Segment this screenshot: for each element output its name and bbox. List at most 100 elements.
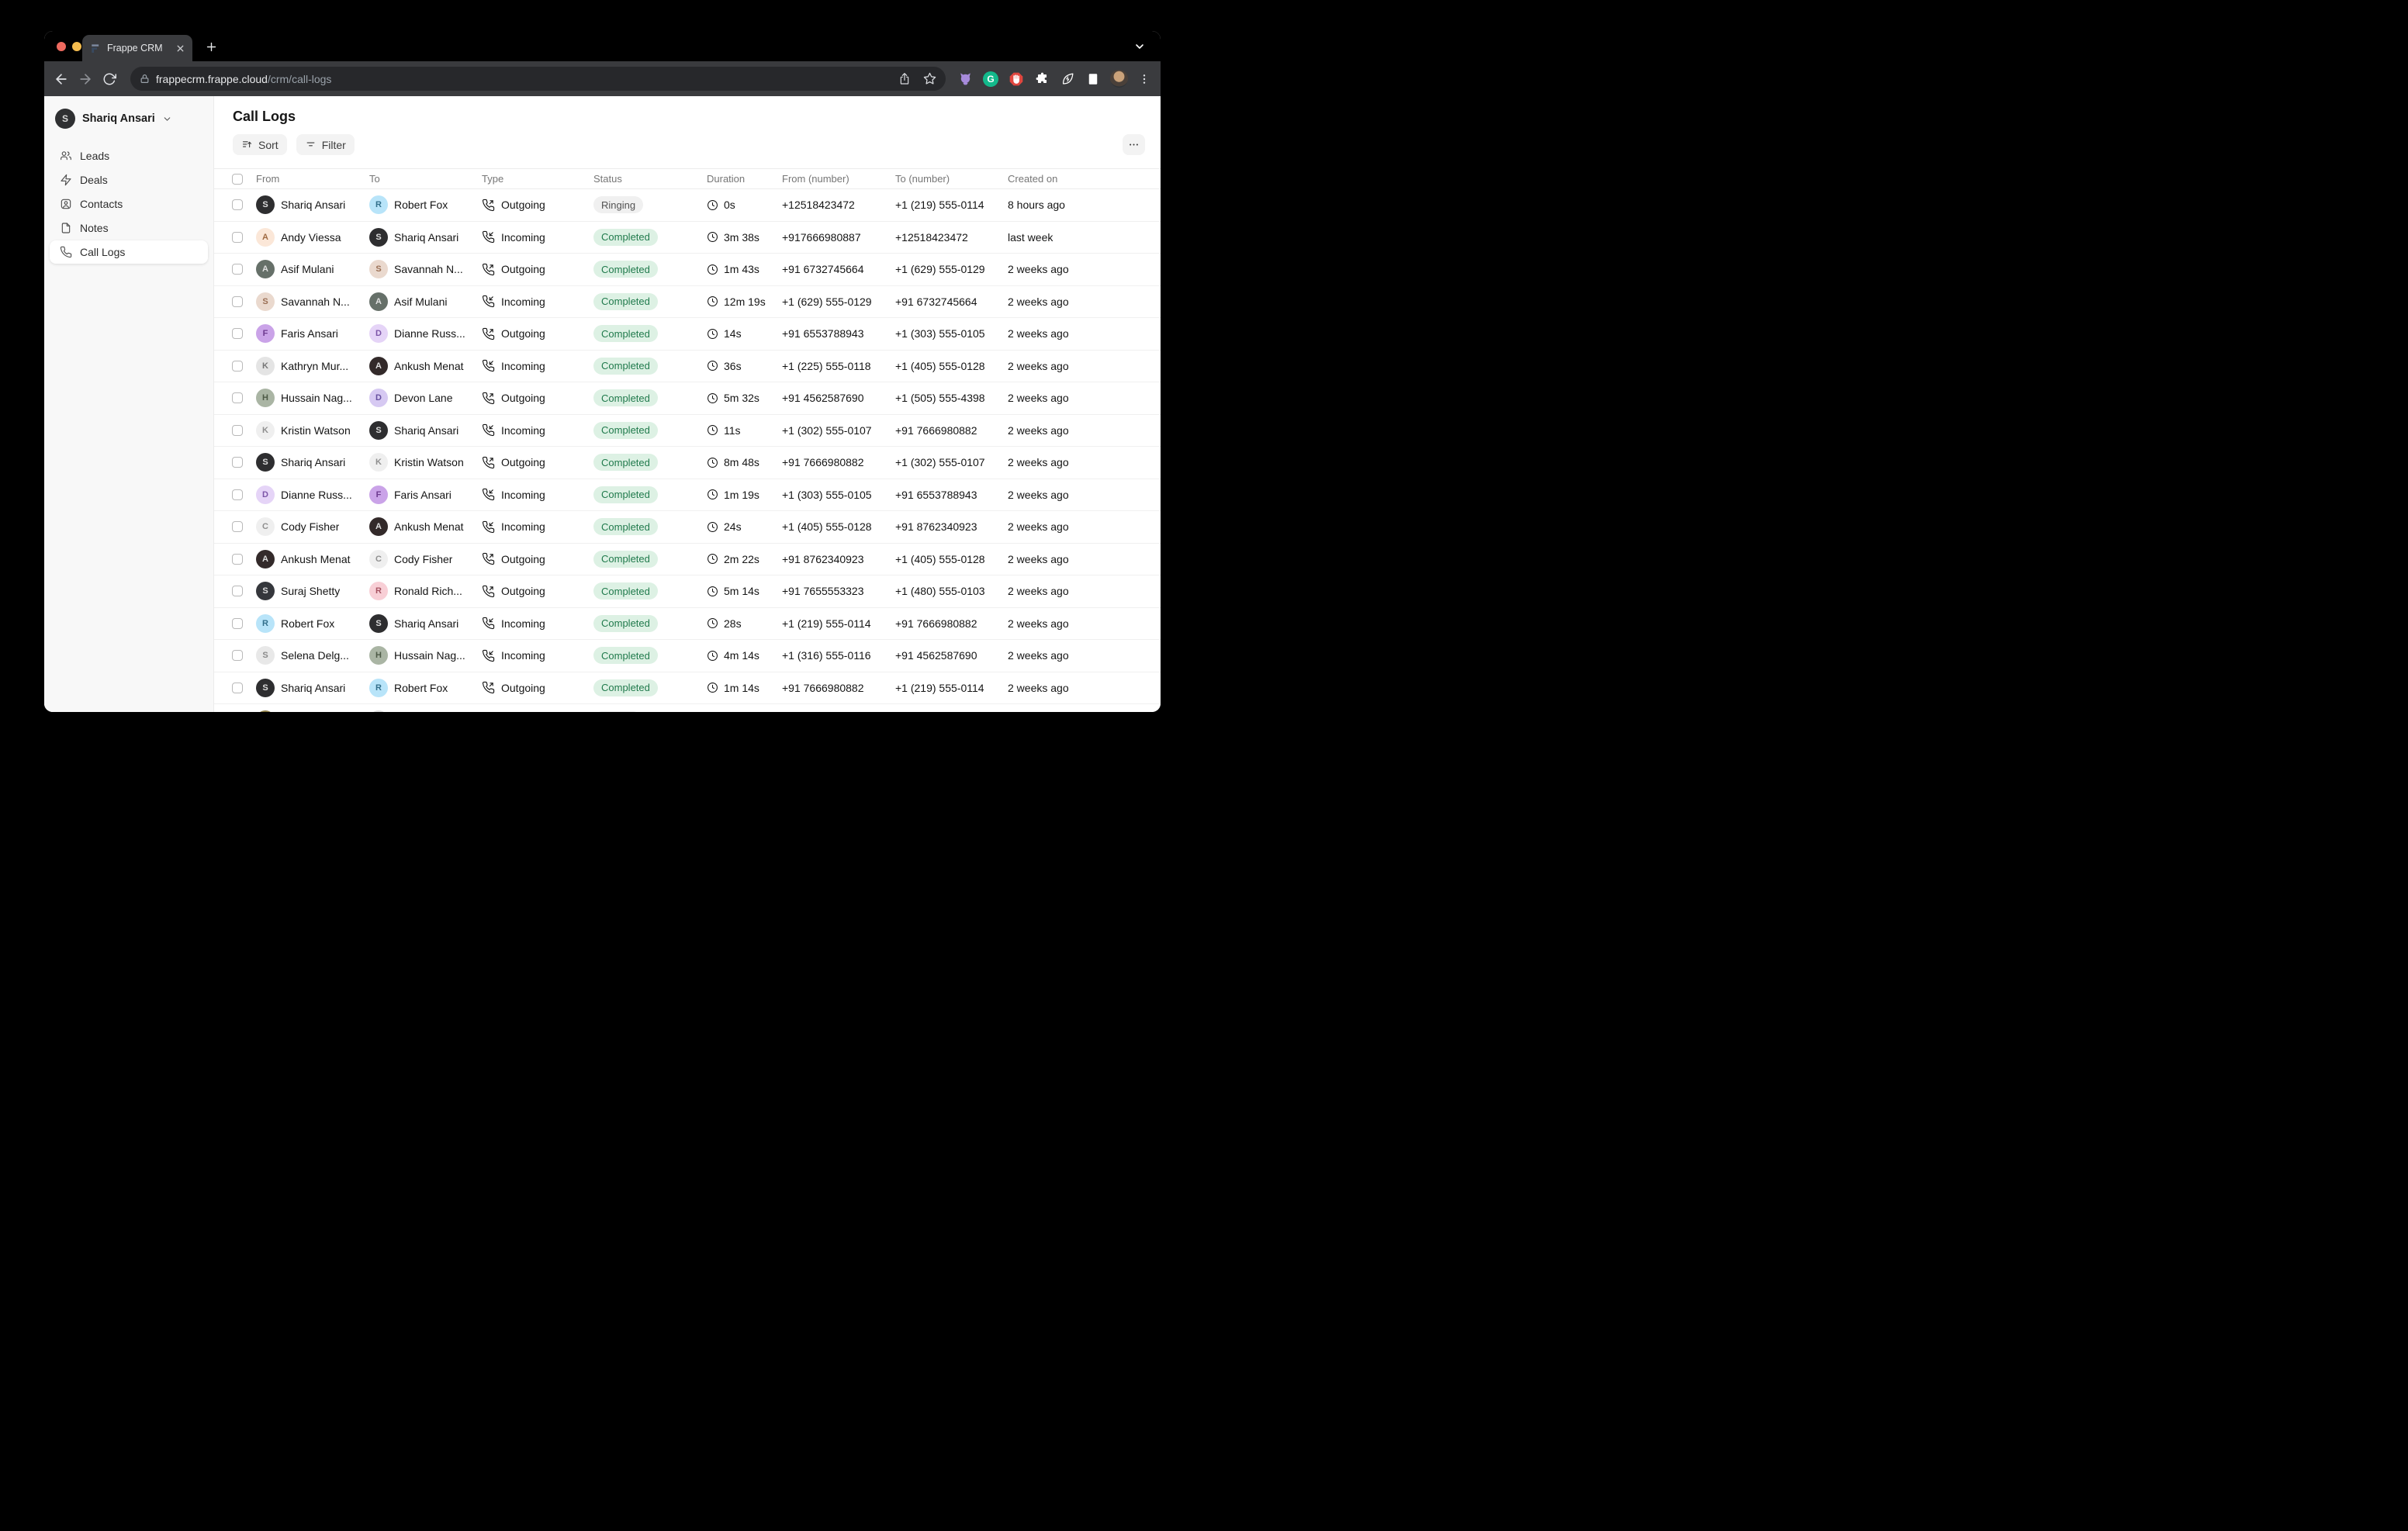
duration-value: 3m 38s (724, 231, 759, 244)
adblock-extension-icon[interactable] (1006, 69, 1026, 89)
row-checkbox[interactable] (232, 199, 243, 210)
table-row[interactable]: SShariq AnsariRRobert FoxOutgoingComplet… (214, 672, 1161, 705)
browser-tab[interactable]: Frappe CRM (82, 35, 192, 61)
call-type-label: Incoming (501, 295, 545, 308)
minimize-window-button[interactable] (72, 42, 81, 51)
phone-incoming-icon (482, 617, 495, 630)
row-checkbox[interactable] (232, 683, 243, 693)
phone-incoming-icon (482, 520, 495, 534)
more-options-button[interactable] (1123, 134, 1145, 155)
from-name: Kristin Watson (281, 424, 351, 437)
white-frame-extension-icon[interactable] (1083, 69, 1103, 89)
table-row[interactable]: SShariq AnsariRRobert FoxOutgoingRinging… (214, 189, 1161, 222)
grammarly-extension-icon[interactable]: G (981, 69, 1001, 89)
from-avatar: S (256, 292, 275, 311)
new-tab-button[interactable] (203, 39, 219, 54)
to-name: Savannah N... (394, 263, 463, 275)
filter-button[interactable]: Filter (296, 134, 355, 155)
url-text: frappecrm.frappe.cloud/crm/call-logs (156, 73, 892, 85)
row-checkbox[interactable] (232, 296, 243, 307)
clock-icon (707, 586, 718, 597)
row-checkbox[interactable] (232, 489, 243, 500)
table-row[interactable]: FFaris AnsariDDianne Russ...OutgoingComp… (214, 318, 1161, 351)
from-number: +1 (303) 555-0105 (782, 489, 872, 501)
row-checkbox[interactable] (232, 361, 243, 372)
sort-icon (241, 139, 253, 150)
table-row[interactable]: HHussain Nag...DDevon LaneOutgoingComple… (214, 382, 1161, 415)
from-avatar: A (256, 228, 275, 247)
contact-icon (60, 198, 72, 210)
to-number: +1 (480) 555-0103 (895, 585, 985, 597)
bookmark-star-icon[interactable] (923, 72, 936, 85)
row-checkbox[interactable] (232, 457, 243, 468)
table-row[interactable]: SSelena Delg...HHussain Nag...IncomingCo… (214, 640, 1161, 672)
browser-profile-avatar[interactable] (1109, 69, 1129, 89)
phone-incoming-icon (482, 649, 495, 662)
row-checkbox[interactable] (232, 425, 243, 436)
table-row[interactable]: SSavannah N...AAsif MulaniIncomingComple… (214, 286, 1161, 319)
reload-button[interactable] (99, 68, 119, 90)
row-checkbox[interactable] (232, 618, 243, 629)
forward-button[interactable] (74, 68, 95, 90)
status-badge: Completed (593, 518, 658, 535)
filter-icon (305, 139, 317, 150)
created-on: 2 weeks ago (1008, 424, 1069, 437)
kebab-horizontal-icon (1128, 139, 1140, 150)
row-checkbox[interactable] (232, 650, 243, 661)
from-number: +91 8762340923 (782, 553, 864, 565)
extensions-puzzle-icon[interactable] (1032, 69, 1052, 89)
row-checkbox[interactable] (232, 586, 243, 596)
back-button[interactable] (50, 68, 71, 90)
table-row[interactable]: AAndy ViessaSShariq AnsariIncomingComple… (214, 222, 1161, 254)
table-row[interactable] (214, 704, 1161, 712)
table-row[interactable]: DDianne Russ...FFaris AnsariIncomingComp… (214, 479, 1161, 512)
table-row[interactable]: CCody FisherAAnkush MenatIncomingComplet… (214, 511, 1161, 544)
sidebar-item-leads[interactable]: Leads (50, 144, 208, 168)
row-checkbox[interactable] (232, 554, 243, 565)
row-checkbox[interactable] (232, 328, 243, 339)
table-row[interactable]: AAsif MulaniSSavannah N...OutgoingComple… (214, 254, 1161, 286)
row-checkbox[interactable] (232, 232, 243, 243)
sidebar-item-notes[interactable]: Notes (50, 216, 208, 240)
table-row[interactable]: RRobert FoxSShariq AnsariIncomingComplet… (214, 608, 1161, 641)
table-row[interactable]: AAnkush MenatCCody FisherOutgoingComplet… (214, 544, 1161, 576)
actions-row: Sort Filter (233, 134, 1145, 155)
row-checkbox[interactable] (232, 264, 243, 275)
table-body: SShariq AnsariRRobert FoxOutgoingRinging… (214, 189, 1161, 712)
from-avatar: S (256, 453, 275, 472)
from-avatar: K (256, 421, 275, 440)
sidebar-item-contacts[interactable]: Contacts (50, 192, 208, 216)
user-menu[interactable]: S Shariq Ansari (44, 109, 213, 129)
from-avatar: K (256, 357, 275, 375)
to-name: Ronald Rich... (394, 585, 462, 597)
tab-close-icon[interactable] (175, 43, 185, 54)
table-row[interactable]: KKathryn Mur...AAnkush MenatIncomingComp… (214, 351, 1161, 383)
tab-search-chevron-icon[interactable] (1133, 40, 1147, 54)
table-row[interactable]: SShariq AnsariKKristin WatsonOutgoingCom… (214, 447, 1161, 479)
sort-button[interactable]: Sort (233, 134, 287, 155)
created-on: 2 weeks ago (1008, 617, 1069, 630)
from-avatar: F (256, 324, 275, 343)
share-icon[interactable] (898, 73, 911, 85)
sidebar-item-deals[interactable]: Deals (50, 168, 208, 192)
sidebar-item-label: Contacts (80, 198, 123, 210)
octocat-extension-icon[interactable] (955, 69, 975, 89)
to-number: +1 (302) 555-0107 (895, 456, 985, 468)
from-name: Savannah N... (281, 295, 350, 308)
row-checkbox[interactable] (232, 521, 243, 532)
to-avatar: A (369, 292, 388, 311)
created-on: 8 hours ago (1008, 199, 1065, 211)
sidebar-item-call-logs[interactable]: Call Logs (50, 240, 208, 264)
url-bar[interactable]: frappecrm.frappe.cloud/crm/call-logs (130, 67, 946, 91)
close-window-button[interactable] (57, 42, 66, 51)
row-checkbox[interactable] (232, 392, 243, 403)
chevron-down-icon (162, 114, 172, 124)
leaf-energy-extension-icon[interactable] (1057, 69, 1078, 89)
to-name: Robert Fox (394, 682, 448, 694)
table-row[interactable]: KKristin WatsonSShariq AnsariIncomingCom… (214, 415, 1161, 448)
user-avatar: S (55, 109, 75, 129)
to-name: Shariq Ansari (394, 231, 458, 244)
browser-menu-kebab-icon[interactable] (1134, 69, 1154, 89)
table-row[interactable]: SSuraj ShettyRRonald Rich...OutgoingComp… (214, 575, 1161, 608)
select-all-checkbox[interactable] (232, 174, 243, 185)
